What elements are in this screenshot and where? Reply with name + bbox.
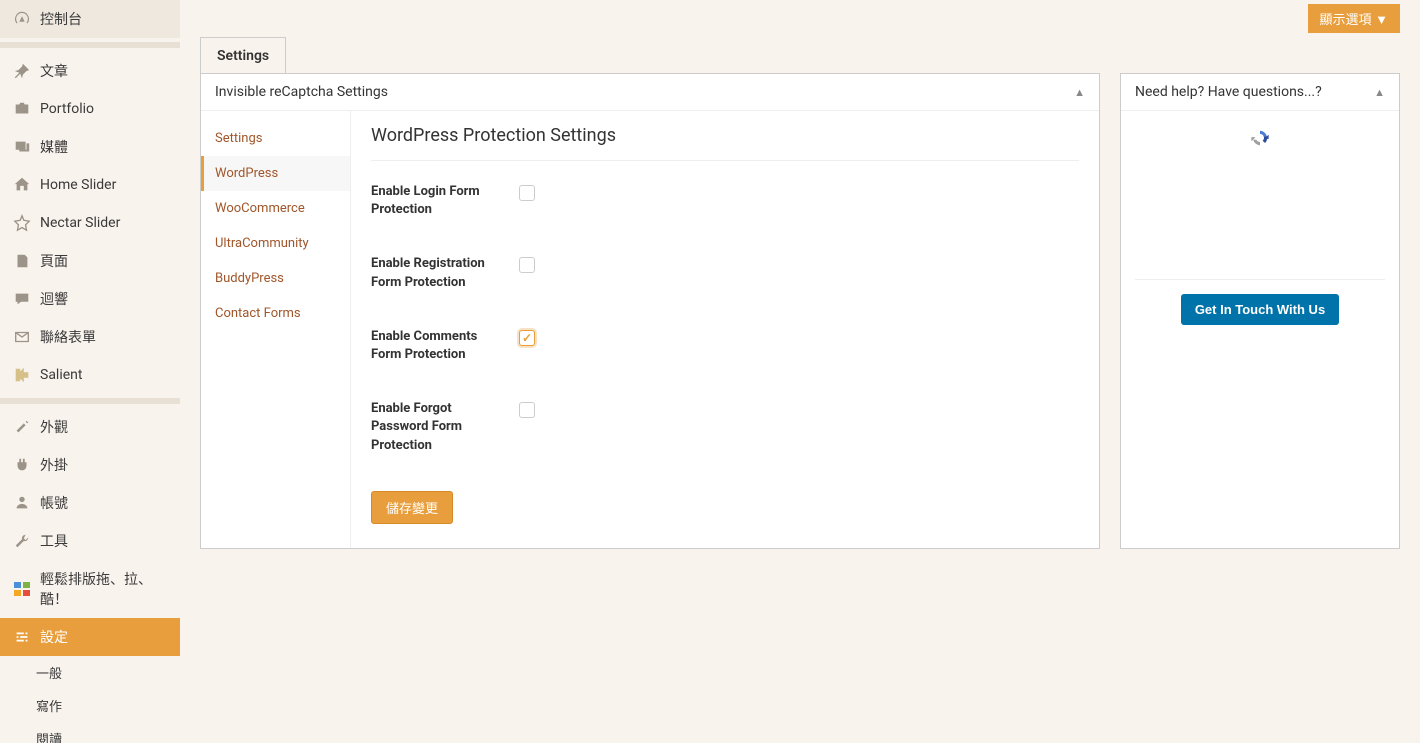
main-content: 顯示選項 ▼ Settings Invisible reCaptcha Sett… [180, 0, 1420, 743]
subnav-woocommerce[interactable]: WooCommerce [201, 191, 350, 226]
subnav-settings[interactable]: Settings [201, 121, 350, 156]
divider [1135, 279, 1385, 280]
sub-nav: Settings WordPress WooCommerce UltraComm… [201, 111, 351, 548]
menu-portfolio[interactable]: Portfolio [0, 90, 180, 128]
menu-label: 聯絡表單 [40, 327, 96, 347]
contact-button[interactable]: Get In Touch With Us [1181, 294, 1339, 325]
menu-dashboard[interactable]: 控制台 [0, 0, 180, 38]
tools-icon [12, 531, 32, 551]
setting-label: Enable Forgot Password Form Protection [371, 400, 499, 455]
menu-plugins[interactable]: 外掛 [0, 446, 180, 484]
setting-control [499, 183, 535, 205]
menu-separator [0, 398, 180, 404]
dashboard-icon [12, 9, 32, 29]
menu-builder[interactable]: 輕鬆排版拖、拉、酷！ [0, 560, 180, 618]
menu-nectar-slider[interactable]: Nectar Slider [0, 204, 180, 242]
setting-row-comments: Enable Comments Form Protection [371, 328, 1079, 364]
menu-appearance[interactable]: 外觀 [0, 408, 180, 446]
help-panel-toggle-icon[interactable]: ▲ [1374, 86, 1385, 99]
menu-label: 媒體 [40, 137, 68, 157]
subnav-buddypress[interactable]: BuddyPress [201, 261, 350, 296]
setting-label: Enable Comments Form Protection [371, 328, 499, 364]
menu-label: 文章 [40, 61, 68, 81]
menu-media[interactable]: 媒體 [0, 128, 180, 166]
plugins-icon [12, 455, 32, 475]
submenu-writing[interactable]: 寫作 [0, 689, 180, 722]
tab-container: Settings [200, 37, 1400, 74]
builder-icon [12, 579, 32, 599]
setting-row-forgot-password: Enable Forgot Password Form Protection [371, 400, 1079, 455]
salient-icon [12, 365, 32, 385]
help-panel-header: Need help? Have questions...? ▲ [1121, 74, 1399, 111]
home-icon [12, 175, 32, 195]
menu-label: Home Slider [40, 177, 116, 193]
pages-icon [12, 251, 32, 271]
panel-toggle-icon[interactable]: ▲ [1074, 86, 1085, 99]
menu-label: 輕鬆排版拖、拉、酷！ [40, 569, 168, 609]
portfolio-icon [12, 99, 32, 119]
menu-label: Salient [40, 367, 82, 383]
setting-row-registration: Enable Registration Form Protection [371, 255, 1079, 291]
menu-tools[interactable]: 工具 [0, 522, 180, 560]
pin-icon [12, 61, 32, 81]
menu-home-slider[interactable]: Home Slider [0, 166, 180, 204]
menu-comments[interactable]: 迴響 [0, 280, 180, 318]
menu-contact-form[interactable]: 聯絡表單 [0, 318, 180, 356]
recaptcha-logo-icon [1195, 129, 1325, 259]
checkbox-forgot-password[interactable] [519, 402, 535, 418]
menu-settings[interactable]: 設定 [0, 618, 180, 656]
show-options-button[interactable]: 顯示選項 ▼ [1308, 4, 1400, 33]
panel-title: Invisible reCaptcha Settings [215, 84, 388, 100]
save-button[interactable]: 儲存變更 [371, 491, 453, 524]
content-row: Invisible reCaptcha Settings ▲ Settings … [200, 73, 1400, 549]
panel-header: Invisible reCaptcha Settings ▲ [201, 74, 1099, 111]
settings-panel: Invisible reCaptcha Settings ▲ Settings … [200, 73, 1100, 549]
panel-body: Settings WordPress WooCommerce UltraComm… [201, 111, 1099, 548]
comments-icon [12, 289, 32, 309]
setting-label: Enable Login Form Protection [371, 183, 499, 219]
help-panel-title: Need help? Have questions...? [1135, 84, 1322, 100]
users-icon [12, 493, 32, 513]
submenu-general[interactable]: 一般 [0, 656, 180, 689]
content-heading: WordPress Protection Settings [371, 125, 1079, 161]
menu-posts[interactable]: 文章 [0, 52, 180, 90]
menu-salient[interactable]: Salient [0, 356, 180, 394]
menu-label: 帳號 [40, 493, 68, 513]
settings-icon [12, 627, 32, 647]
menu-label: 迴響 [40, 289, 68, 309]
menu-label: Portfolio [40, 101, 94, 117]
subnav-wordpress[interactable]: WordPress [201, 156, 350, 191]
admin-sidebar: 控制台 文章 Portfolio 媒體 Home Slider Nectar S… [0, 0, 180, 743]
help-panel: Need help? Have questions...? ▲ Get In T… [1120, 73, 1400, 549]
settings-content: WordPress Protection Settings Enable Log… [351, 111, 1099, 548]
tab-settings[interactable]: Settings [200, 37, 286, 74]
menu-label: 外掛 [40, 455, 68, 475]
subnav-contact-forms[interactable]: Contact Forms [201, 296, 350, 331]
star-icon [12, 213, 32, 233]
setting-control [499, 328, 535, 346]
checkbox-login[interactable] [519, 185, 535, 201]
menu-pages[interactable]: 頁面 [0, 242, 180, 280]
form-icon [12, 327, 32, 347]
checkbox-comments[interactable] [519, 330, 535, 346]
media-icon [12, 137, 32, 157]
checkbox-registration[interactable] [519, 257, 535, 273]
help-body: Get In Touch With Us [1121, 111, 1399, 343]
top-bar: 顯示選項 ▼ [200, 0, 1400, 37]
setting-control [499, 400, 535, 422]
menu-label: Nectar Slider [40, 215, 120, 231]
menu-label: 工具 [40, 531, 68, 551]
menu-label: 頁面 [40, 251, 68, 271]
setting-label: Enable Registration Form Protection [371, 255, 499, 291]
menu-users[interactable]: 帳號 [0, 484, 180, 522]
submenu-reading[interactable]: 閱讀 [0, 722, 180, 743]
menu-label: 設定 [40, 627, 68, 647]
menu-label: 外觀 [40, 417, 68, 437]
setting-control [499, 255, 535, 277]
setting-row-login: Enable Login Form Protection [371, 183, 1079, 219]
subnav-ultracommunity[interactable]: UltraCommunity [201, 226, 350, 261]
menu-separator [0, 42, 180, 48]
appearance-icon [12, 417, 32, 437]
menu-label: 控制台 [40, 9, 82, 29]
